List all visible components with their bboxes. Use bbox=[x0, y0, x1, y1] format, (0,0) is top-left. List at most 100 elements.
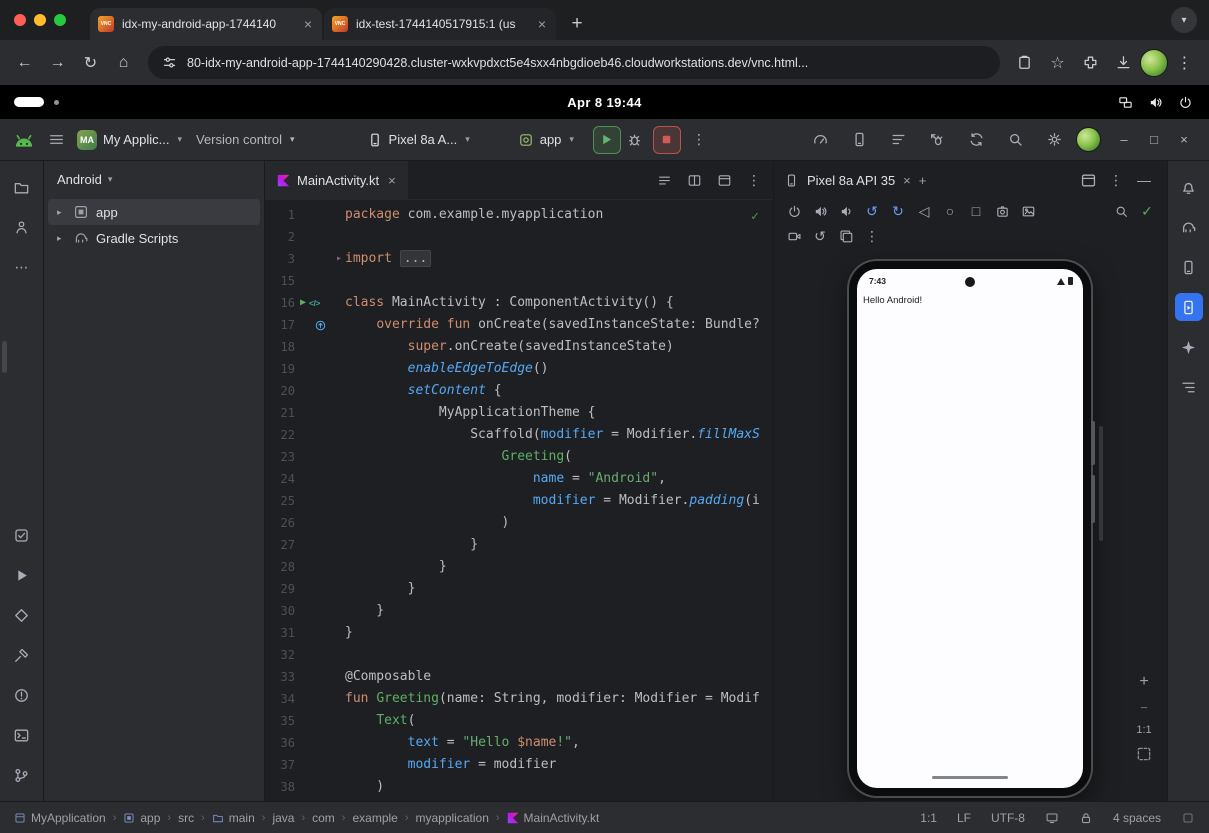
record-icon[interactable] bbox=[782, 224, 806, 248]
run-config-selector[interactable]: app ▾ bbox=[511, 126, 581, 154]
code-line[interactable]: 19 enableEdgeToEdge() bbox=[265, 358, 773, 380]
nav-recents-icon[interactable]: □ bbox=[964, 199, 988, 223]
code-line[interactable]: 37 modifier = modifier bbox=[265, 754, 773, 776]
browser-tab-active[interactable]: VNC idx-my-android-app-1744140 × bbox=[90, 8, 322, 40]
build-variants-icon[interactable] bbox=[884, 126, 912, 154]
forward-icon[interactable]: → bbox=[41, 46, 74, 79]
add-device-icon[interactable]: + bbox=[919, 173, 927, 188]
gradle-icon[interactable] bbox=[1175, 213, 1203, 241]
split-editor-icon[interactable] bbox=[681, 167, 707, 193]
breadcrumb-item[interactable]: java bbox=[272, 811, 294, 825]
code-line[interactable]: 24 name = "Android", bbox=[265, 468, 773, 490]
run-tool-icon[interactable] bbox=[8, 561, 36, 589]
code-line[interactable]: 25 modifier = Modifier.padding(i bbox=[265, 490, 773, 512]
close-tab-icon[interactable]: × bbox=[302, 16, 314, 32]
bookmark-star-icon[interactable]: ☆ bbox=[1041, 46, 1074, 79]
power-icon[interactable] bbox=[1173, 90, 1197, 114]
main-menu-icon[interactable] bbox=[42, 126, 70, 154]
hide-panel-icon[interactable]: — bbox=[1131, 167, 1157, 193]
ide-minimize-icon[interactable]: – bbox=[1109, 126, 1139, 154]
ide-maximize-icon[interactable]: □ bbox=[1139, 126, 1169, 154]
more-vertical-icon[interactable]: ⋮ bbox=[860, 224, 884, 248]
code-line[interactable]: 21 MyApplicationTheme { bbox=[265, 402, 773, 424]
breadcrumb-item[interactable]: src bbox=[178, 811, 194, 825]
override-gutter-icon[interactable] bbox=[314, 319, 327, 332]
caret-position[interactable]: 1:1 bbox=[920, 811, 937, 825]
breadcrumb-item[interactable]: example bbox=[352, 811, 397, 825]
code-line[interactable]: 26 ) bbox=[265, 512, 773, 534]
more-vertical-icon[interactable]: ⋮ bbox=[741, 167, 767, 193]
line-separator[interactable]: LF bbox=[957, 811, 971, 825]
downloads-icon[interactable] bbox=[1107, 46, 1140, 79]
device-manager-icon[interactable] bbox=[1175, 253, 1203, 281]
running-devices-icon[interactable] bbox=[1175, 293, 1203, 321]
notifications-icon[interactable] bbox=[1175, 173, 1203, 201]
remote-display-icon[interactable] bbox=[1113, 90, 1137, 114]
display-icon[interactable] bbox=[1045, 811, 1059, 825]
code-line[interactable]: 30 } bbox=[265, 600, 773, 622]
terminal-icon[interactable] bbox=[8, 721, 36, 749]
device-selector[interactable]: Pixel 8a A... ▾ bbox=[360, 126, 477, 154]
float-editor-icon[interactable] bbox=[711, 167, 737, 193]
extensions-icon[interactable] bbox=[1074, 46, 1107, 79]
tree-item-app[interactable]: ▸app bbox=[48, 199, 260, 225]
device-phone-frame[interactable]: 7:43 Hello Android! bbox=[849, 261, 1091, 796]
project-folder-icon[interactable] bbox=[8, 173, 36, 201]
browser-menu-icon[interactable]: ⋮ bbox=[1168, 46, 1201, 79]
run-button[interactable] bbox=[593, 126, 621, 154]
stripe-drag-handle[interactable] bbox=[2, 341, 7, 373]
run-gutter-icon[interactable]: ▶ bbox=[300, 292, 306, 314]
code-line[interactable]: 32 bbox=[265, 644, 773, 666]
file-encoding[interactable]: UTF-8 bbox=[991, 811, 1025, 825]
code-area[interactable]: 1package com.example.myapplication23▸imp… bbox=[265, 200, 773, 801]
code-line[interactable]: 29 } bbox=[265, 578, 773, 600]
app-inspection-icon[interactable] bbox=[8, 601, 36, 629]
breadcrumb-item[interactable]: app bbox=[123, 811, 160, 825]
volume-icon[interactable] bbox=[1143, 90, 1167, 114]
code-line[interactable]: 18 super.onCreate(savedInstanceState) bbox=[265, 336, 773, 358]
breadcrumb-item[interactable]: myapplication bbox=[416, 811, 489, 825]
code-line[interactable]: 2 bbox=[265, 226, 773, 248]
tab-search-button[interactable]: ▾ bbox=[1171, 7, 1197, 33]
fit-screen-icon[interactable] bbox=[1135, 745, 1153, 763]
code-line[interactable]: 36 text = "Hello $name!", bbox=[265, 732, 773, 754]
site-settings-icon[interactable] bbox=[162, 55, 177, 70]
devices-more-icon[interactable]: ⋮ bbox=[1103, 167, 1129, 193]
browser-tab-inactive[interactable]: VNC idx-test-1744140517915:1 (us × bbox=[324, 8, 556, 40]
breadcrumb-item[interactable]: MainActivity.kt bbox=[507, 811, 600, 825]
tab-list-icon[interactable] bbox=[651, 167, 677, 193]
code-line[interactable]: 16▶</>class MainActivity : ComponentActi… bbox=[265, 292, 773, 314]
float-window-icon[interactable] bbox=[1075, 167, 1101, 193]
ide-close-icon[interactable]: × bbox=[1169, 126, 1199, 154]
code-line[interactable]: 3▸import ... bbox=[265, 248, 773, 270]
fold-region-icon[interactable]: ▸ bbox=[336, 248, 342, 270]
gradle-sync-icon[interactable] bbox=[962, 126, 990, 154]
structure-list-icon[interactable] bbox=[1175, 373, 1203, 401]
breadcrumb-item[interactable]: com bbox=[312, 811, 335, 825]
expand-arrow-icon[interactable]: ▸ bbox=[57, 233, 66, 244]
code-line[interactable]: 20 setContent { bbox=[265, 380, 773, 402]
code-line[interactable]: 28 } bbox=[265, 556, 773, 578]
editor-tab-mainactivity[interactable]: MainActivity.kt × bbox=[265, 161, 408, 199]
home-icon[interactable]: ⌂ bbox=[107, 46, 140, 79]
code-line[interactable]: 23 Greeting( bbox=[265, 446, 773, 468]
profiler-icon[interactable] bbox=[806, 126, 834, 154]
breadcrumb-item[interactable]: MyApplication bbox=[14, 811, 106, 825]
clipboard-icon[interactable] bbox=[1008, 46, 1041, 79]
code-line[interactable]: 38 ) bbox=[265, 776, 773, 798]
close-device-icon[interactable]: × bbox=[903, 173, 911, 188]
project-view-selector[interactable]: Android ▾ bbox=[44, 161, 264, 197]
power-icon[interactable] bbox=[782, 199, 806, 223]
screenshot-icon[interactable] bbox=[990, 199, 1014, 223]
nav-home-icon[interactable]: ○ bbox=[938, 199, 962, 223]
volume-up-icon[interactable] bbox=[808, 199, 832, 223]
inspections-ok-icon[interactable]: ✓ bbox=[751, 206, 759, 228]
device-screen[interactable]: 7:43 Hello Android! bbox=[857, 269, 1083, 788]
back-icon[interactable]: ← bbox=[8, 46, 41, 79]
toolbar-more-icon[interactable]: ⋮ bbox=[685, 126, 713, 154]
zoom-icon[interactable] bbox=[1109, 199, 1133, 223]
device-tab-label[interactable]: Pixel 8a API 35 bbox=[807, 173, 895, 188]
close-tab-icon[interactable]: × bbox=[536, 16, 548, 32]
rotate-left-icon[interactable]: ↺ bbox=[860, 199, 884, 223]
zoom-window-button[interactable] bbox=[54, 14, 66, 26]
